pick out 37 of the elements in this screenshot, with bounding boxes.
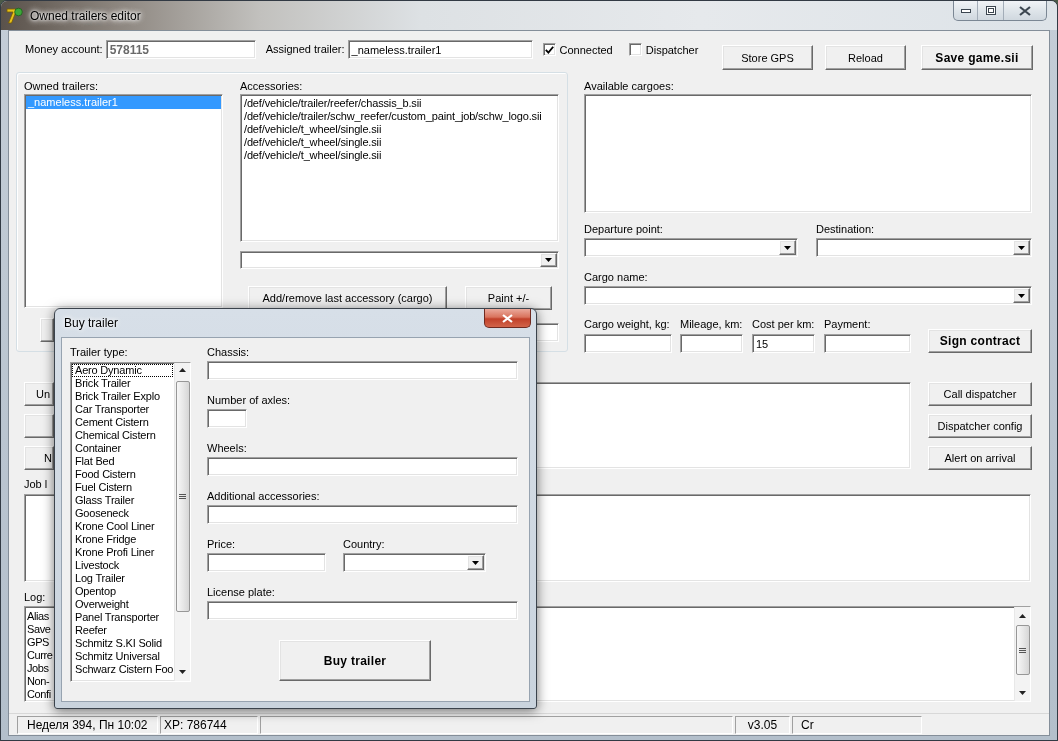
log-entry: Confi bbox=[26, 688, 51, 701]
window-title: Owned trailers editor bbox=[30, 8, 141, 23]
checkbox-label: Dispatcher bbox=[645, 43, 699, 56]
list-label: Accessories: bbox=[240, 80, 303, 93]
field-label: Job l bbox=[24, 478, 48, 491]
list-label: Log: bbox=[24, 591, 46, 604]
log-entry: Jobs bbox=[26, 662, 49, 675]
field-label: Payment: bbox=[824, 318, 872, 331]
status-panel: Неделя 394, Пн 10:02 bbox=[17, 716, 158, 734]
log-entry: Alias bbox=[26, 610, 49, 623]
field-label: Money account: bbox=[25, 42, 103, 57]
field-label: Additional accessories: bbox=[207, 490, 320, 503]
log-entry: Save bbox=[26, 623, 51, 636]
dialog-title: Buy trailer bbox=[64, 316, 119, 330]
field-label: License plate: bbox=[207, 586, 275, 599]
status-panel: v3.05 bbox=[735, 716, 790, 734]
log-entry: GPS bbox=[26, 636, 50, 649]
status-panel: XP: 786744 bbox=[160, 716, 258, 734]
field-label: Chassis: bbox=[207, 346, 250, 359]
field-label: Country: bbox=[343, 538, 386, 551]
field-label: Number of axles: bbox=[207, 394, 291, 407]
field-label: Price: bbox=[207, 538, 237, 551]
field-label: Cargo weight, kg: bbox=[584, 318, 671, 331]
field-label: Assigned trailer: bbox=[265, 42, 345, 57]
log-entry: Non- bbox=[26, 675, 50, 688]
field-label: Cost per km: bbox=[752, 318, 815, 331]
list-label: Trailer type: bbox=[70, 346, 128, 359]
field-label: Wheels: bbox=[207, 442, 247, 455]
checkbox-label: Connected bbox=[559, 43, 613, 56]
log-entry: Curre bbox=[26, 649, 53, 662]
field-label: Departure point: bbox=[584, 223, 664, 236]
field-label: Mileage, km: bbox=[680, 318, 743, 331]
field-label: Cargo name: bbox=[584, 271, 649, 284]
list-label: Available cargoes: bbox=[584, 80, 675, 93]
field-label: Destination: bbox=[816, 223, 876, 236]
status-panel: Cr bbox=[792, 716, 922, 734]
list-label: Owned trailers: bbox=[24, 80, 98, 93]
